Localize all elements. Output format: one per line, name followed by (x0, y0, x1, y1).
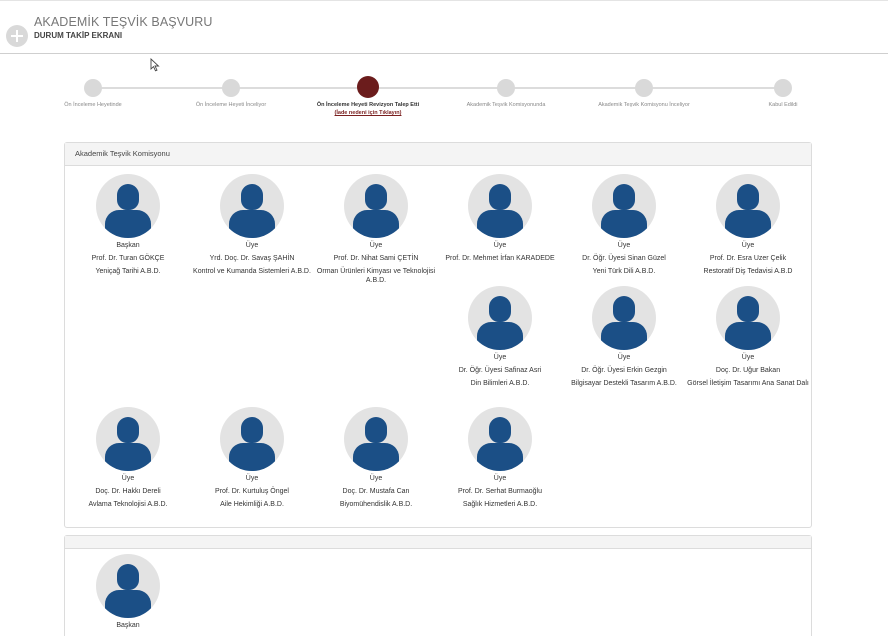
step-on-inceleme-heyeti-inceliyor: Ön İnceleme Heyeti İnceliyor (161, 76, 301, 109)
member-card: Üye Doç. Dr. Mustafa Can Biyomühendislik… (314, 407, 438, 509)
member-department: Görsel İletişim Tasarımı Ana Sanat Dalı (687, 380, 809, 387)
member-name: Dr. Öğr. Üyesi Erkin Gezgin (581, 367, 667, 374)
member-department: Bilgisayar Destekli Tasarım A.B.D. (571, 380, 677, 387)
member-card: Üye Doç. Dr. Hakkı Dereli Avlama Teknolo… (66, 407, 190, 509)
step-akademik-tesvik-komisyonunda: Akademik Teşvik Komisyonunda (436, 76, 576, 109)
step-dot (84, 79, 102, 97)
user-avatar-icon (344, 407, 408, 471)
step-komisyon-inceliyor: Akademik Teşvik Komisyonu İnceliyor (574, 76, 714, 109)
step-kabul-edildi: Kabul Edildi (713, 76, 853, 109)
user-avatar-icon (716, 174, 780, 238)
member-department: Yeniçağ Tarihi A.B.D. (95, 268, 161, 275)
user-avatar-icon (220, 174, 284, 238)
member-role: Üye (245, 242, 259, 249)
member-card: Üye Doç. Dr. Uğur Bakan Görsel İletişim … (686, 286, 810, 388)
member-role: Başkan (116, 622, 140, 629)
user-avatar-icon (220, 407, 284, 471)
member-name: Doç. Dr. Uğur Bakan (715, 367, 781, 374)
user-avatar-icon (96, 407, 160, 471)
member-department: Din Bilimleri A.B.D. (470, 380, 530, 387)
member-role: Üye (493, 475, 507, 482)
member-name: Prof. Dr. Kurtuluş Öngel (215, 488, 289, 495)
add-circle-icon (6, 25, 28, 47)
member-name: Prof. Dr. Serhat Burmaoğlu (457, 488, 543, 495)
member-department: Sağlık Hizmetleri A.B.D. (462, 501, 538, 508)
step-label: Ön İnceleme Heyetinde (64, 102, 122, 108)
member-card: Üye Prof. Dr. Kurtuluş Öngel Aile Hekiml… (190, 407, 314, 509)
member-card: Başkan Prof. Dr. Turan GÖKÇE Yeniçağ Tar… (66, 174, 190, 276)
user-avatar-icon (344, 174, 408, 238)
member-card: Üye Prof. Dr. Esra Uzer Çelik Restoratif… (686, 174, 810, 276)
member-name: Prof. Dr. Nihat Sami ÇETİN (333, 255, 419, 262)
member-department: Kontrol ve Kumanda Sistemleri A.B.D. (193, 268, 311, 275)
user-avatar-icon (468, 286, 532, 350)
step-dot (635, 79, 653, 97)
return-reason-link[interactable]: (İade nedeni için Tıklayın) (298, 109, 438, 117)
member-department: Avlama Teknolojisi A.B.D. (88, 501, 168, 508)
member-name: Prof. Dr. Mehmet İrfan KARADEDE (445, 255, 555, 262)
member-role: Üye (617, 242, 631, 249)
member-card: Üye Dr. Öğr. Üyesi Erkin Gezgin Bilgisay… (562, 286, 686, 388)
user-avatar-icon (468, 407, 532, 471)
step-label: Ön İnceleme Heyeti İnceliyor (195, 102, 267, 108)
page-subtitle: DURUM TAKİP EKRANI (34, 31, 123, 40)
committee-panel-title: Akademik Teşvik Komisyonu (65, 143, 811, 166)
header-divider (0, 53, 888, 54)
top-border (0, 0, 888, 1)
member-name: Prof. Dr. Turan GÖKÇE (91, 255, 165, 262)
member-name: Prof. Dr. Esra Uzer Çelik (709, 255, 787, 262)
member-card: Üye Dr. Öğr. Üyesi Sinan Güzel Yeni Türk… (562, 174, 686, 276)
member-role: Üye (121, 475, 135, 482)
member-role: Üye (369, 242, 383, 249)
user-avatar-icon (592, 286, 656, 350)
member-role: Üye (245, 475, 259, 482)
member-card: Üye Prof. Dr. Mehmet İrfan KARADEDE (438, 174, 562, 267)
member-department: Aile Hekimliği A.B.D. (220, 501, 284, 508)
user-avatar-icon (96, 554, 160, 618)
step-dot-active (357, 76, 379, 98)
member-card: Üye Yrd. Doç. Dr. Savaş ŞAHİN Kontrol ve… (190, 174, 314, 276)
member-card: Üye Prof. Dr. Nihat Sami ÇETİN Orman Ürü… (314, 174, 438, 285)
user-avatar-icon (592, 174, 656, 238)
page-title: AKADEMİK TEŞVİK BAŞVURU (34, 15, 213, 29)
step-dot (222, 79, 240, 97)
member-name: Doç. Dr. Hakkı Dereli (95, 488, 161, 495)
member-name: Dr. Öğr. Üyesi Safinaz Asri (458, 367, 542, 374)
step-dot (774, 79, 792, 97)
member-name: Yrd. Doç. Dr. Savaş ŞAHİN (209, 255, 295, 262)
user-avatar-icon (468, 174, 532, 238)
member-department: Orman Ürünleri Kimyası ve Teknolojisi A.… (316, 268, 436, 284)
second-panel-title (65, 536, 811, 549)
step-label: Akademik Teşvik Komisyonunda (466, 102, 546, 108)
step-label: Kabul Edildi (768, 102, 798, 108)
member-role: Üye (741, 242, 755, 249)
step-label: Akademik Teşvik Komisyonu İnceliyor (598, 102, 690, 108)
member-department: Biyomühendislik A.B.D. (339, 501, 413, 508)
member-department: Yeni Türk Dili A.B.D. (592, 268, 656, 275)
member-name: Dr. Öğr. Üyesi Sinan Güzel (582, 255, 666, 262)
step-dot (497, 79, 515, 97)
member-card: Üye Dr. Öğr. Üyesi Safinaz Asri Din Bili… (438, 286, 562, 388)
member-card: Üye Prof. Dr. Serhat Burmaoğlu Sağlık Hi… (438, 407, 562, 509)
member-role: Üye (493, 354, 507, 361)
step-revizyon-talep-etti: Ön İnceleme Heyeti Revizyon Talep Etti (… (298, 76, 438, 117)
user-avatar-icon (96, 174, 160, 238)
member-card: Başkan (66, 554, 190, 629)
user-avatar-icon (716, 286, 780, 350)
member-role: Başkan (116, 242, 140, 249)
member-name: Doç. Dr. Mustafa Can (342, 488, 410, 495)
mouse-cursor-icon (150, 58, 160, 72)
step-label: Ön İnceleme Heyeti Revizyon Talep Etti (316, 102, 420, 108)
committee-panel: Akademik Teşvik Komisyonu Başkan Prof. D… (64, 142, 812, 528)
member-role: Üye (493, 242, 507, 249)
member-role: Üye (369, 475, 383, 482)
status-stepper: Ön İnceleme Heyetinde Ön İnceleme Heyeti… (0, 76, 888, 121)
member-department: Restoratif Diş Tedavisi A.B.D (703, 268, 793, 275)
member-role: Üye (741, 354, 755, 361)
member-role: Üye (617, 354, 631, 361)
step-on-inceleme-heyetinde: Ön İnceleme Heyetinde (23, 76, 163, 109)
page-header: AKADEMİK TEŞVİK BAŞVURU DURUM TAKİP EKRA… (0, 10, 888, 53)
